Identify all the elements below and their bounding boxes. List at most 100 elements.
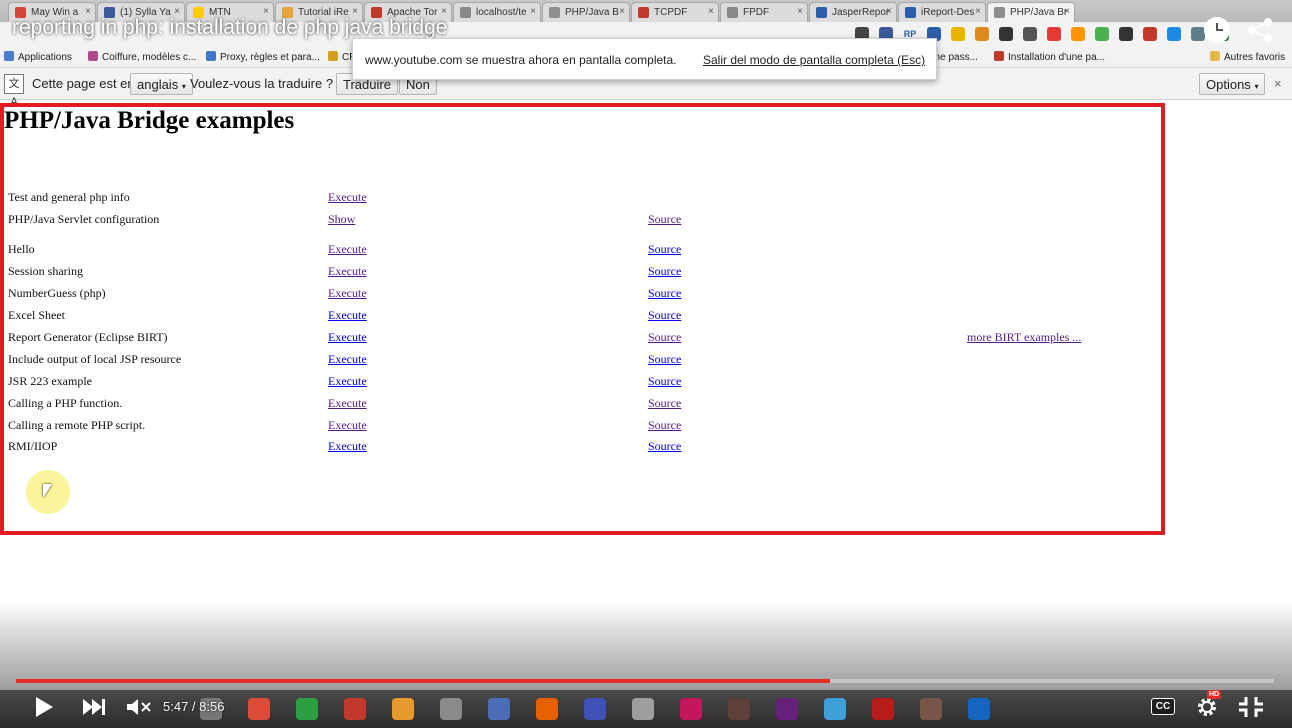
example-row: NumberGuess (php) Execute Source <box>0 286 1160 306</box>
watch-later-icon[interactable] <box>1204 17 1230 43</box>
video-progress-bar[interactable] <box>16 679 1274 683</box>
execute-link[interactable]: Execute <box>328 264 367 279</box>
browser-tab[interactable]: iReport-Des × <box>898 2 986 22</box>
tab-close-icon[interactable]: × <box>708 6 714 17</box>
extension-icon[interactable] <box>1119 27 1133 41</box>
tab-close-icon[interactable]: × <box>975 6 981 17</box>
taskbar-app-icon[interactable] <box>296 698 318 720</box>
bookmark-item[interactable]: Applications <box>4 51 72 63</box>
captions-button[interactable]: CC <box>1151 698 1175 715</box>
taskbar-app-icon[interactable] <box>440 698 462 720</box>
execute-link[interactable]: Execute <box>328 352 367 367</box>
example-name: RMI/IIOP <box>8 439 58 453</box>
extension-icon[interactable] <box>1023 27 1037 41</box>
taskbar-app-icon[interactable] <box>776 698 798 720</box>
more-birt-examples-link[interactable]: more BIRT examples ... <box>967 330 1081 345</box>
chevron-down-icon: ▾ <box>1254 82 1259 91</box>
execute-link[interactable]: Execute <box>328 396 367 411</box>
taskbar-app-icon[interactable] <box>344 698 366 720</box>
show-link[interactable]: Show <box>328 212 355 227</box>
time-current: 5:47 <box>163 699 189 714</box>
extension-icon[interactable] <box>951 27 965 41</box>
browser-tab[interactable]: FPDF × <box>720 2 808 22</box>
execute-link[interactable]: Execute <box>328 330 367 345</box>
bookmark-item[interactable]: Installation d'une pa... <box>994 51 1105 63</box>
extension-icon[interactable] <box>1071 27 1085 41</box>
extension-icon[interactable] <box>1047 27 1061 41</box>
taskbar-app-icon[interactable] <box>248 698 270 720</box>
source-link[interactable]: Source <box>648 242 681 257</box>
extension-icon[interactable] <box>1191 27 1205 41</box>
hd-badge: HD <box>1207 690 1222 699</box>
tab-label: PHP/Java B <box>565 7 619 18</box>
source-link[interactable]: Source <box>648 264 681 279</box>
source-link[interactable]: Source <box>648 330 681 345</box>
close-icon[interactable]: × <box>1274 76 1282 91</box>
extension-icon[interactable] <box>1167 27 1181 41</box>
mute-icon[interactable] <box>126 698 152 716</box>
taskbar-app-icon[interactable] <box>968 698 990 720</box>
example-row: RMI/IIOP Execute Source <box>0 439 1160 459</box>
execute-link[interactable]: Execute <box>328 242 367 257</box>
browser-tab[interactable]: PHP/Java B × <box>542 2 630 22</box>
taskbar-app-icon[interactable] <box>632 698 654 720</box>
source-link[interactable]: Source <box>648 396 681 411</box>
translate-question: Voulez-vous la traduire ? <box>190 76 334 91</box>
browser-tab[interactable]: TCPDF × <box>631 2 719 22</box>
tab-close-icon[interactable]: × <box>619 6 625 17</box>
tab-close-icon[interactable]: × <box>886 6 892 17</box>
bookmark-item[interactable]: Proxy, règles et para... <box>206 51 320 63</box>
source-link[interactable]: Source <box>648 286 681 301</box>
tab-close-icon[interactable]: × <box>530 6 536 17</box>
source-link[interactable]: Source <box>648 439 681 454</box>
taskbar-app-icon[interactable] <box>584 698 606 720</box>
language-select[interactable]: anglais ▾ <box>130 73 193 95</box>
tab-close-icon[interactable]: × <box>797 6 803 17</box>
video-title[interactable]: reporting in php: installation de php ja… <box>12 16 447 40</box>
extension-icon[interactable] <box>1095 27 1109 41</box>
execute-link[interactable]: Execute <box>328 439 367 454</box>
tab-favicon-icon <box>549 7 560 18</box>
execute-link[interactable]: Execute <box>328 190 367 205</box>
bookmark-item[interactable]: Coiffure, modèles c... <box>88 51 196 63</box>
source-link[interactable]: Source <box>648 212 681 227</box>
bookmark-label: Installation d'une pa... <box>1008 52 1105 63</box>
fullscreen-notice: www.youtube.com se muestra ahora en pant… <box>352 38 937 80</box>
taskbar-app-icon[interactable] <box>488 698 510 720</box>
source-link[interactable]: Source <box>648 418 681 433</box>
example-name: Test and general php info <box>8 190 130 204</box>
taskbar-app-icon[interactable] <box>872 698 894 720</box>
browser-tab[interactable]: PHP/Java Br × <box>987 2 1075 22</box>
play-icon[interactable] <box>34 696 54 718</box>
browser-tab[interactable]: localhost/te × <box>453 2 541 22</box>
taskbar-app-icon[interactable] <box>824 698 846 720</box>
share-icon[interactable] <box>1246 17 1274 43</box>
taskbar-app-icon[interactable] <box>536 698 558 720</box>
next-icon[interactable] <box>82 698 106 716</box>
source-link[interactable]: Source <box>648 352 681 367</box>
example-name: NumberGuess (php) <box>8 286 106 300</box>
extension-icon[interactable] <box>999 27 1013 41</box>
example-name: Session sharing <box>8 264 83 278</box>
execute-link[interactable]: Execute <box>328 374 367 389</box>
execute-link[interactable]: Execute <box>328 418 367 433</box>
tab-close-icon[interactable]: × <box>1064 6 1070 17</box>
translate-icon: 文A <box>4 74 24 108</box>
extension-icon[interactable] <box>975 27 989 41</box>
translate-options-button[interactable]: Options ▾ <box>1199 73 1266 95</box>
taskbar-app-icon[interactable] <box>680 698 702 720</box>
bookmark-item[interactable]: Autres favoris <box>1210 51 1285 63</box>
execute-link[interactable]: Execute <box>328 286 367 301</box>
taskbar-app-icon[interactable] <box>920 698 942 720</box>
browser-tab[interactable]: JasperRepor × <box>809 2 897 22</box>
gear-icon[interactable] <box>1196 696 1218 718</box>
execute-link[interactable]: Execute <box>328 308 367 323</box>
taskbar-app-icon[interactable] <box>728 698 750 720</box>
exit-fullscreen-link[interactable]: Salir del modo de pantalla completa (Esc… <box>703 53 925 67</box>
taskbar-app-icon[interactable] <box>392 698 414 720</box>
source-link[interactable]: Source <box>648 308 681 323</box>
example-row: Report Generator (Eclipse BIRT) Execute So… <box>0 330 1160 350</box>
exit-fullscreen-icon[interactable] <box>1238 696 1264 718</box>
extension-icon[interactable] <box>1143 27 1157 41</box>
source-link[interactable]: Source <box>648 374 681 389</box>
